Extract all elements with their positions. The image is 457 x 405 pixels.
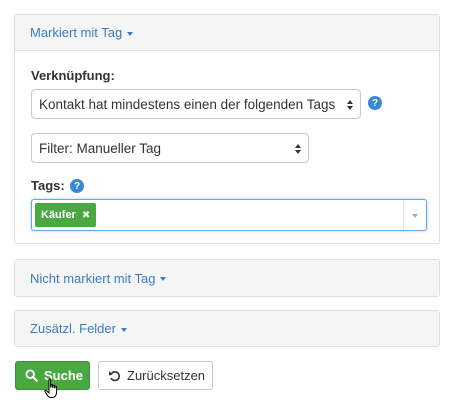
help-icon[interactable]: ? — [368, 96, 382, 110]
select-arrows-icon — [295, 144, 301, 154]
tags-multiselect[interactable]: Käufer ✖ — [31, 199, 427, 231]
tag-chip-label: Käufer — [41, 209, 76, 221]
caret-down-icon — [160, 277, 167, 281]
filter-select[interactable]: Filter: Manueller Tag — [31, 133, 309, 163]
tagged-filter-panel: Markiert mit Tag Verknüpfung: Kontakt ha… — [14, 14, 440, 244]
undo-icon — [109, 371, 120, 382]
not-tagged-filter-panel: Nicht markiert mit Tag — [14, 259, 440, 297]
chevron-down-icon[interactable] — [412, 214, 418, 218]
help-glyph: ? — [371, 97, 379, 109]
tags-label: Tags: — [31, 178, 65, 193]
link-type-select[interactable]: Kontakt hat mindestens einen der folgend… — [31, 89, 361, 119]
reset-button[interactable]: Zurücksetzen — [98, 361, 213, 390]
remove-tag-icon[interactable]: ✖ — [82, 210, 90, 221]
tagged-panel-title: Markiert mit Tag — [30, 25, 123, 40]
help-glyph: ? — [73, 180, 81, 192]
not-tagged-panel-title: Nicht markiert mit Tag — [30, 270, 156, 286]
link-type-select-value: Kontakt hat mindestens einen der folgend… — [39, 96, 336, 112]
tag-chip: Käufer ✖ — [35, 203, 97, 227]
extra-fields-panel-title: Zusätzl. Felder — [30, 321, 116, 336]
search-icon — [25, 369, 38, 382]
dropdown-divider — [403, 200, 404, 230]
hand-pointer-cursor — [44, 378, 58, 398]
tagged-panel-toggle[interactable]: Markiert mit Tag — [15, 15, 439, 51]
caret-down-icon — [120, 327, 127, 332]
extra-fields-panel-toggle[interactable]: Zusätzl. Felder — [15, 311, 439, 346]
not-tagged-panel-toggle[interactable]: Nicht markiert mit Tag — [15, 260, 439, 296]
help-icon[interactable]: ? — [70, 179, 84, 193]
select-arrows-icon — [347, 100, 353, 110]
reset-button-label: Zurücksetzen — [127, 368, 206, 383]
caret-down-icon — [127, 31, 134, 36]
filter-select-value: Filter: Manueller Tag — [39, 140, 162, 156]
extra-fields-panel: Zusätzl. Felder — [14, 310, 440, 347]
link-type-label: Verknüpfung: — [31, 68, 115, 83]
